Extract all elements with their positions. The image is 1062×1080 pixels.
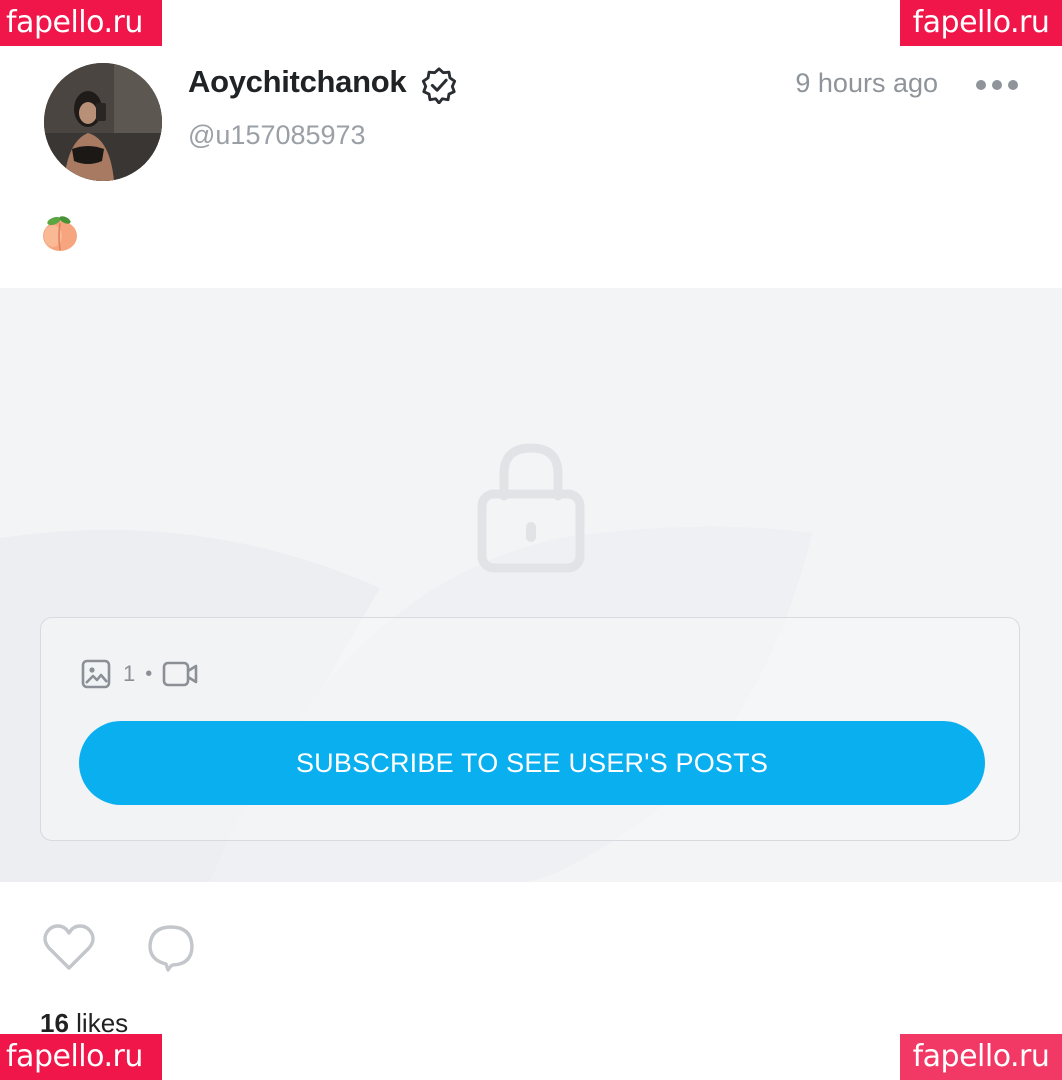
comment-bubble-icon[interactable] bbox=[146, 923, 196, 973]
post-actions bbox=[42, 920, 196, 976]
subscribe-card: 1 • SUBSCRIBE TO SEE USER'S POSTS bbox=[40, 617, 1020, 841]
verified-badge-icon bbox=[421, 67, 457, 104]
locked-media-area: 1 • SUBSCRIBE TO SEE USER'S POSTS bbox=[0, 288, 1062, 882]
peach-emoji-icon bbox=[43, 216, 77, 251]
watermark-bottom-left: fapello.ru bbox=[0, 1034, 162, 1080]
image-icon bbox=[81, 659, 111, 689]
post-timestamp: 9 hours ago bbox=[795, 68, 938, 98]
image-count: 1 bbox=[123, 661, 136, 686]
watermark-bottom-right: fapello.ru bbox=[900, 1034, 1062, 1080]
video-icon bbox=[162, 661, 198, 687]
lock-icon bbox=[477, 443, 585, 573]
media-counts: 1 • bbox=[81, 656, 198, 692]
author-display-name[interactable]: Aoychitchanok bbox=[188, 64, 407, 100]
avatar[interactable] bbox=[44, 63, 162, 181]
subscribe-button[interactable]: SUBSCRIBE TO SEE USER'S POSTS bbox=[79, 721, 985, 805]
like-heart-icon[interactable] bbox=[42, 923, 96, 973]
watermark-top-left: fapello.ru bbox=[0, 0, 162, 46]
watermark-top-right: fapello.ru bbox=[900, 0, 1062, 46]
author-handle[interactable]: @u157085973 bbox=[188, 120, 366, 151]
avatar-photo bbox=[44, 63, 162, 181]
more-options-icon[interactable] bbox=[976, 74, 1018, 96]
separator-dot: • bbox=[145, 662, 153, 685]
